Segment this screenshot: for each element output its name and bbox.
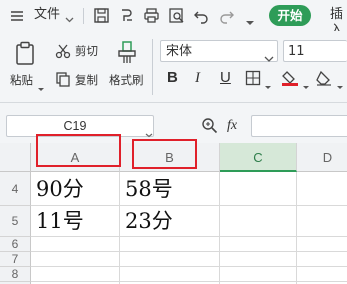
customize-toolbar-icon[interactable] <box>245 12 255 31</box>
clear-format-icon[interactable] <box>314 69 334 91</box>
row-header-7[interactable]: 7 <box>0 252 31 267</box>
paste-button[interactable]: 粘贴 <box>10 73 33 87</box>
print-icon[interactable] <box>142 6 161 25</box>
format-painter-icon[interactable] <box>116 40 138 70</box>
cell-d6[interactable] <box>297 237 347 252</box>
chevron-down-icon[interactable] <box>336 76 344 95</box>
insert-function-button[interactable]: fx <box>227 117 237 134</box>
divider <box>152 39 153 95</box>
font-size-value: 11 <box>288 44 305 59</box>
cell-a6[interactable] <box>31 237 120 252</box>
row-header-6[interactable]: 6 <box>0 237 31 252</box>
cell-b6[interactable] <box>120 237 220 252</box>
save-icon[interactable] <box>92 6 111 25</box>
cell-b7[interactable] <box>120 252 220 267</box>
name-box-value: C19 <box>63 119 87 133</box>
font-name-select[interactable]: 宋体 <box>160 40 278 62</box>
font-size-select[interactable]: 11 <box>283 40 347 62</box>
cell-d8[interactable] <box>297 267 347 282</box>
ribbon-toolbar: 粘贴 剪切 复制 格式刷 宋体 11 B I U <box>0 31 347 103</box>
underline-button[interactable]: U <box>220 69 231 87</box>
quick-access-bar: 文件 开始 插入 <box>0 0 347 38</box>
cell-c7[interactable] <box>220 252 297 267</box>
row-header-5[interactable]: 5 <box>0 206 31 237</box>
cell-c8[interactable] <box>220 267 297 282</box>
column-header-d[interactable]: D <box>297 143 347 172</box>
italic-button[interactable]: I <box>195 69 200 87</box>
hamburger-menu-icon[interactable] <box>10 8 24 27</box>
cell-c6[interactable] <box>220 237 297 252</box>
cell-b5[interactable]: 23分 <box>120 206 220 237</box>
cell-d7[interactable] <box>297 252 347 267</box>
highlight-box-column-a <box>36 134 121 167</box>
chevron-down-icon <box>264 48 274 67</box>
chevron-down-icon[interactable] <box>64 10 75 29</box>
export-pdf-icon[interactable] <box>117 6 136 25</box>
cell-c4[interactable] <box>220 172 297 206</box>
font-name-value: 宋体 <box>166 44 193 59</box>
copy-button[interactable]: 复制 <box>75 73 98 87</box>
select-all-corner[interactable] <box>0 143 31 172</box>
print-preview-icon[interactable] <box>167 6 186 25</box>
file-menu[interactable]: 文件 <box>34 7 60 23</box>
cell-c5[interactable] <box>220 206 297 237</box>
column-header-c[interactable]: C <box>220 143 297 172</box>
cell-a4[interactable]: 90分 <box>31 172 120 206</box>
redo-icon[interactable] <box>217 6 236 25</box>
cell-a5[interactable]: 11号 <box>31 206 120 237</box>
cell-d4[interactable] <box>297 172 347 206</box>
chevron-down-icon[interactable] <box>302 76 310 95</box>
paste-icon[interactable] <box>14 41 38 71</box>
fill-color-icon[interactable] <box>280 69 300 91</box>
cell-a8[interactable] <box>31 267 120 282</box>
scissors-icon[interactable] <box>55 43 71 63</box>
chevron-down-icon[interactable] <box>37 78 45 97</box>
cut-button[interactable]: 剪切 <box>75 44 98 58</box>
cell-b8[interactable] <box>120 267 220 282</box>
chevron-down-icon[interactable] <box>264 76 272 95</box>
divider <box>83 8 84 24</box>
bold-button[interactable]: B <box>167 69 178 87</box>
copy-icon[interactable] <box>55 71 71 91</box>
tab-start[interactable]: 开始 <box>269 5 311 26</box>
undo-icon[interactable] <box>192 6 211 25</box>
cell-d5[interactable] <box>297 206 347 237</box>
cell-b4[interactable]: 58号 <box>120 172 220 206</box>
cell-a7[interactable] <box>31 252 120 267</box>
row-header-8[interactable]: 8 <box>0 267 31 282</box>
highlight-box-column-b <box>132 139 197 169</box>
row-header-4[interactable]: 4 <box>0 172 31 206</box>
zoom-search-icon[interactable] <box>201 117 218 138</box>
borders-icon[interactable] <box>245 70 261 90</box>
formula-input[interactable] <box>251 115 347 137</box>
spreadsheet-grid: A B C D 4 90分 58号 5 11号 23分 6 7 8 9 <box>0 134 347 284</box>
format-painter-button[interactable]: 格式刷 <box>109 73 144 87</box>
